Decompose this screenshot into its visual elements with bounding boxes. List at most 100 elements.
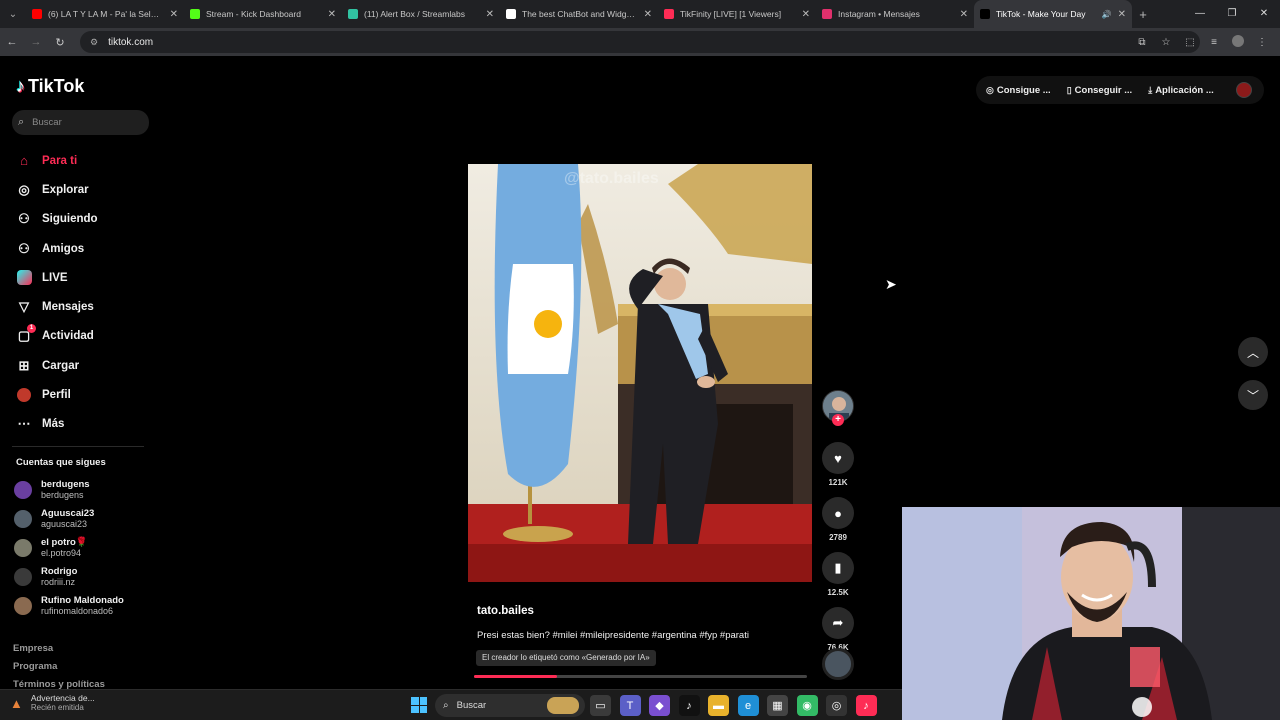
tab-close-icon[interactable]: ✕ (802, 9, 810, 20)
more-icon: ⋯ (17, 416, 31, 432)
notification-title: Advertencia de... (30, 693, 95, 703)
sidebar-item-para-ti[interactable]: ⌂ Para ti (16, 146, 98, 175)
tab-close-icon[interactable]: ✕ (1118, 9, 1126, 20)
site-info-icon[interactable]: ⚙ (90, 37, 98, 48)
chrome-icon[interactable]: ◉ (796, 695, 818, 716)
video-progress-bar[interactable] (474, 675, 807, 678)
comment-button[interactable]: ● (822, 497, 854, 529)
edge-icon[interactable]: e (737, 695, 759, 716)
install-app-icon[interactable]: ⧉ (1130, 37, 1154, 48)
account-avatar (14, 480, 32, 499)
forward-button[interactable]: → (24, 36, 48, 48)
account-display-name: Rodrigo (41, 566, 78, 578)
sidebar-item-explorar[interactable]: ◎ Explorar (16, 175, 98, 204)
desktop-app-button[interactable]: ⤓ Aplicación ... (1148, 85, 1214, 96)
tab-close-icon[interactable]: ✕ (644, 9, 652, 20)
new-tab-button[interactable]: + (1132, 7, 1154, 22)
browser-tab[interactable]: TikTok - Make Your Day 🔊 ✕ (974, 0, 1132, 28)
browser-tab[interactable]: Instagram • Mensajes ✕ (816, 0, 974, 28)
account-avatar (14, 538, 32, 557)
reload-button[interactable]: ↻ (48, 36, 72, 49)
mouse-cursor-icon: ➤ (885, 276, 897, 292)
footer-link-empresa[interactable]: Empresa (13, 640, 105, 658)
sidebar-item-label: Actividad (42, 330, 94, 343)
obs-icon[interactable]: ◎ (826, 695, 847, 716)
tiktok-app-icon[interactable]: ♪ (678, 695, 700, 716)
browser-tab[interactable]: TikFinity [LIVE] [1 Viewers] ✕ (658, 0, 816, 28)
tab-close-icon[interactable]: ✕ (960, 9, 968, 20)
sidebar-item-cargar[interactable]: ⊞ Cargar (16, 351, 98, 380)
search-bar[interactable]: ⌕ (12, 110, 149, 135)
get-app-label: Conseguir ... (1074, 84, 1133, 96)
following-account[interactable]: Rufino Maldonado rufinomaldonado6 (14, 592, 124, 621)
sidebar-item-perfil[interactable]: Perfil (16, 380, 98, 409)
next-video-button[interactable]: ﹀ (1238, 380, 1268, 410)
task-view-icon[interactable]: ▭ (590, 695, 611, 716)
get-app-button[interactable]: ▯ Conseguir ... (1067, 85, 1133, 96)
following-account[interactable]: el potro🌹 el.potro94 (14, 533, 124, 562)
tab-close-icon[interactable]: ✕ (170, 9, 178, 20)
browser-tab-bar: ⌄ (6) LA T Y LA M - Pa' la Selecció ✕ Stre… (0, 0, 1280, 28)
extensions-icon[interactable]: ⬚ (1178, 37, 1202, 48)
save-count: 12.5K (827, 588, 849, 597)
media-control-icon[interactable]: ≡ (1202, 37, 1226, 48)
video-author[interactable]: tato.bailes (477, 605, 534, 617)
sidebar-item-live[interactable]: LIVE (16, 263, 98, 292)
teams-icon[interactable]: T (619, 695, 641, 716)
sidebar-item-mensajes[interactable]: ▽ Mensajes (16, 292, 98, 321)
follow-button[interactable]: + (832, 414, 844, 426)
like-button[interactable]: ♥ (822, 442, 854, 474)
copilot-icon[interactable]: ◆ (649, 695, 670, 716)
browser-toolbar: ← → ↻ ⚙ tiktok.com ⧉ ☆ ⬚ ≡ ⋮ (0, 28, 1280, 56)
tab-close-icon[interactable]: ✕ (328, 9, 336, 20)
tiktok-logo[interactable]: ♪ TikTok (16, 76, 84, 97)
browser-tab[interactable]: The best ChatBot and Widgets ✕ (500, 0, 658, 28)
browser-tab[interactable]: Stream - Kick Dashboard ✕ (184, 0, 342, 28)
get-coins-button[interactable]: ◎ Consigue ... (986, 85, 1051, 96)
coin-icon: ◎ (986, 84, 994, 95)
address-bar[interactable]: ⚙ tiktok.com (80, 31, 1200, 53)
tiktok-studio-icon[interactable]: ♪ (855, 695, 877, 716)
music-disc[interactable] (822, 648, 854, 680)
tab-favicon-icon (664, 9, 674, 19)
maximize-button[interactable]: ❐ (1216, 0, 1248, 28)
previous-video-button[interactable]: ︿ (1238, 337, 1268, 367)
profile-button[interactable] (1226, 34, 1250, 50)
user-avatar[interactable] (1236, 82, 1252, 98)
file-explorer-icon[interactable]: ▬ (708, 695, 729, 716)
sidebar-item-actividad[interactable]: ▢ 1 Actividad (16, 322, 98, 351)
windows-start-icon[interactable] (411, 697, 427, 713)
following-account[interactable]: Aguuscai23 aguuscai23 (14, 504, 124, 533)
phone-icon: ▯ (1066, 84, 1072, 95)
close-window-button[interactable]: ✕ (1248, 0, 1280, 28)
store-icon[interactable]: ▦ (767, 695, 788, 716)
minimize-button[interactable]: — (1184, 0, 1216, 28)
tiktok-note-icon: ♪ (16, 76, 25, 96)
sidebar-item-amigos[interactable]: ⚇ Amigos (16, 234, 98, 263)
taskbar-search[interactable]: ⌕ Buscar (435, 694, 585, 717)
browser-menu-icon[interactable]: ⋮ (1250, 37, 1274, 48)
search-input[interactable] (32, 117, 133, 128)
tab-audio-icon[interactable]: 🔊 (1102, 10, 1112, 19)
footer-link-programa[interactable]: Programa (13, 658, 105, 676)
tab-favicon-icon (348, 9, 358, 19)
following-account[interactable]: Rodrigo rodriii.nz (14, 563, 124, 592)
tab-title: Stream - Kick Dashboard (206, 9, 301, 19)
browser-tab[interactable]: (6) LA T Y LA M - Pa' la Selecció ✕ (26, 0, 184, 28)
webcam-overlay (902, 507, 1280, 720)
share-button[interactable]: ➦ (822, 607, 854, 639)
activity-icon: ▢ 1 (16, 324, 36, 344)
sidebar-item-siguiendo[interactable]: ⚇ Siguiendo (16, 205, 97, 234)
browser-tab[interactable]: (11) Alert Box / Streamlabs ✕ (342, 0, 500, 28)
video-player[interactable]: @tato.bailes (468, 164, 812, 582)
tab-search-button[interactable]: ⌄ (0, 0, 26, 28)
tab-close-icon[interactable]: ✕ (486, 9, 494, 20)
save-button[interactable]: ▮ (822, 552, 854, 584)
sidebar-item-label: Amigos (42, 242, 85, 255)
live-icon (16, 270, 32, 286)
notification-widget[interactable]: ▲ Advertencia de... Recién emitida (10, 693, 95, 713)
bookmark-star-icon[interactable]: ☆ (1154, 37, 1178, 48)
following-account[interactable]: berdugens berdugens (14, 475, 124, 504)
sidebar-item-m-s[interactable]: ⋯ Más (16, 410, 98, 439)
back-button[interactable]: ← (0, 36, 24, 48)
